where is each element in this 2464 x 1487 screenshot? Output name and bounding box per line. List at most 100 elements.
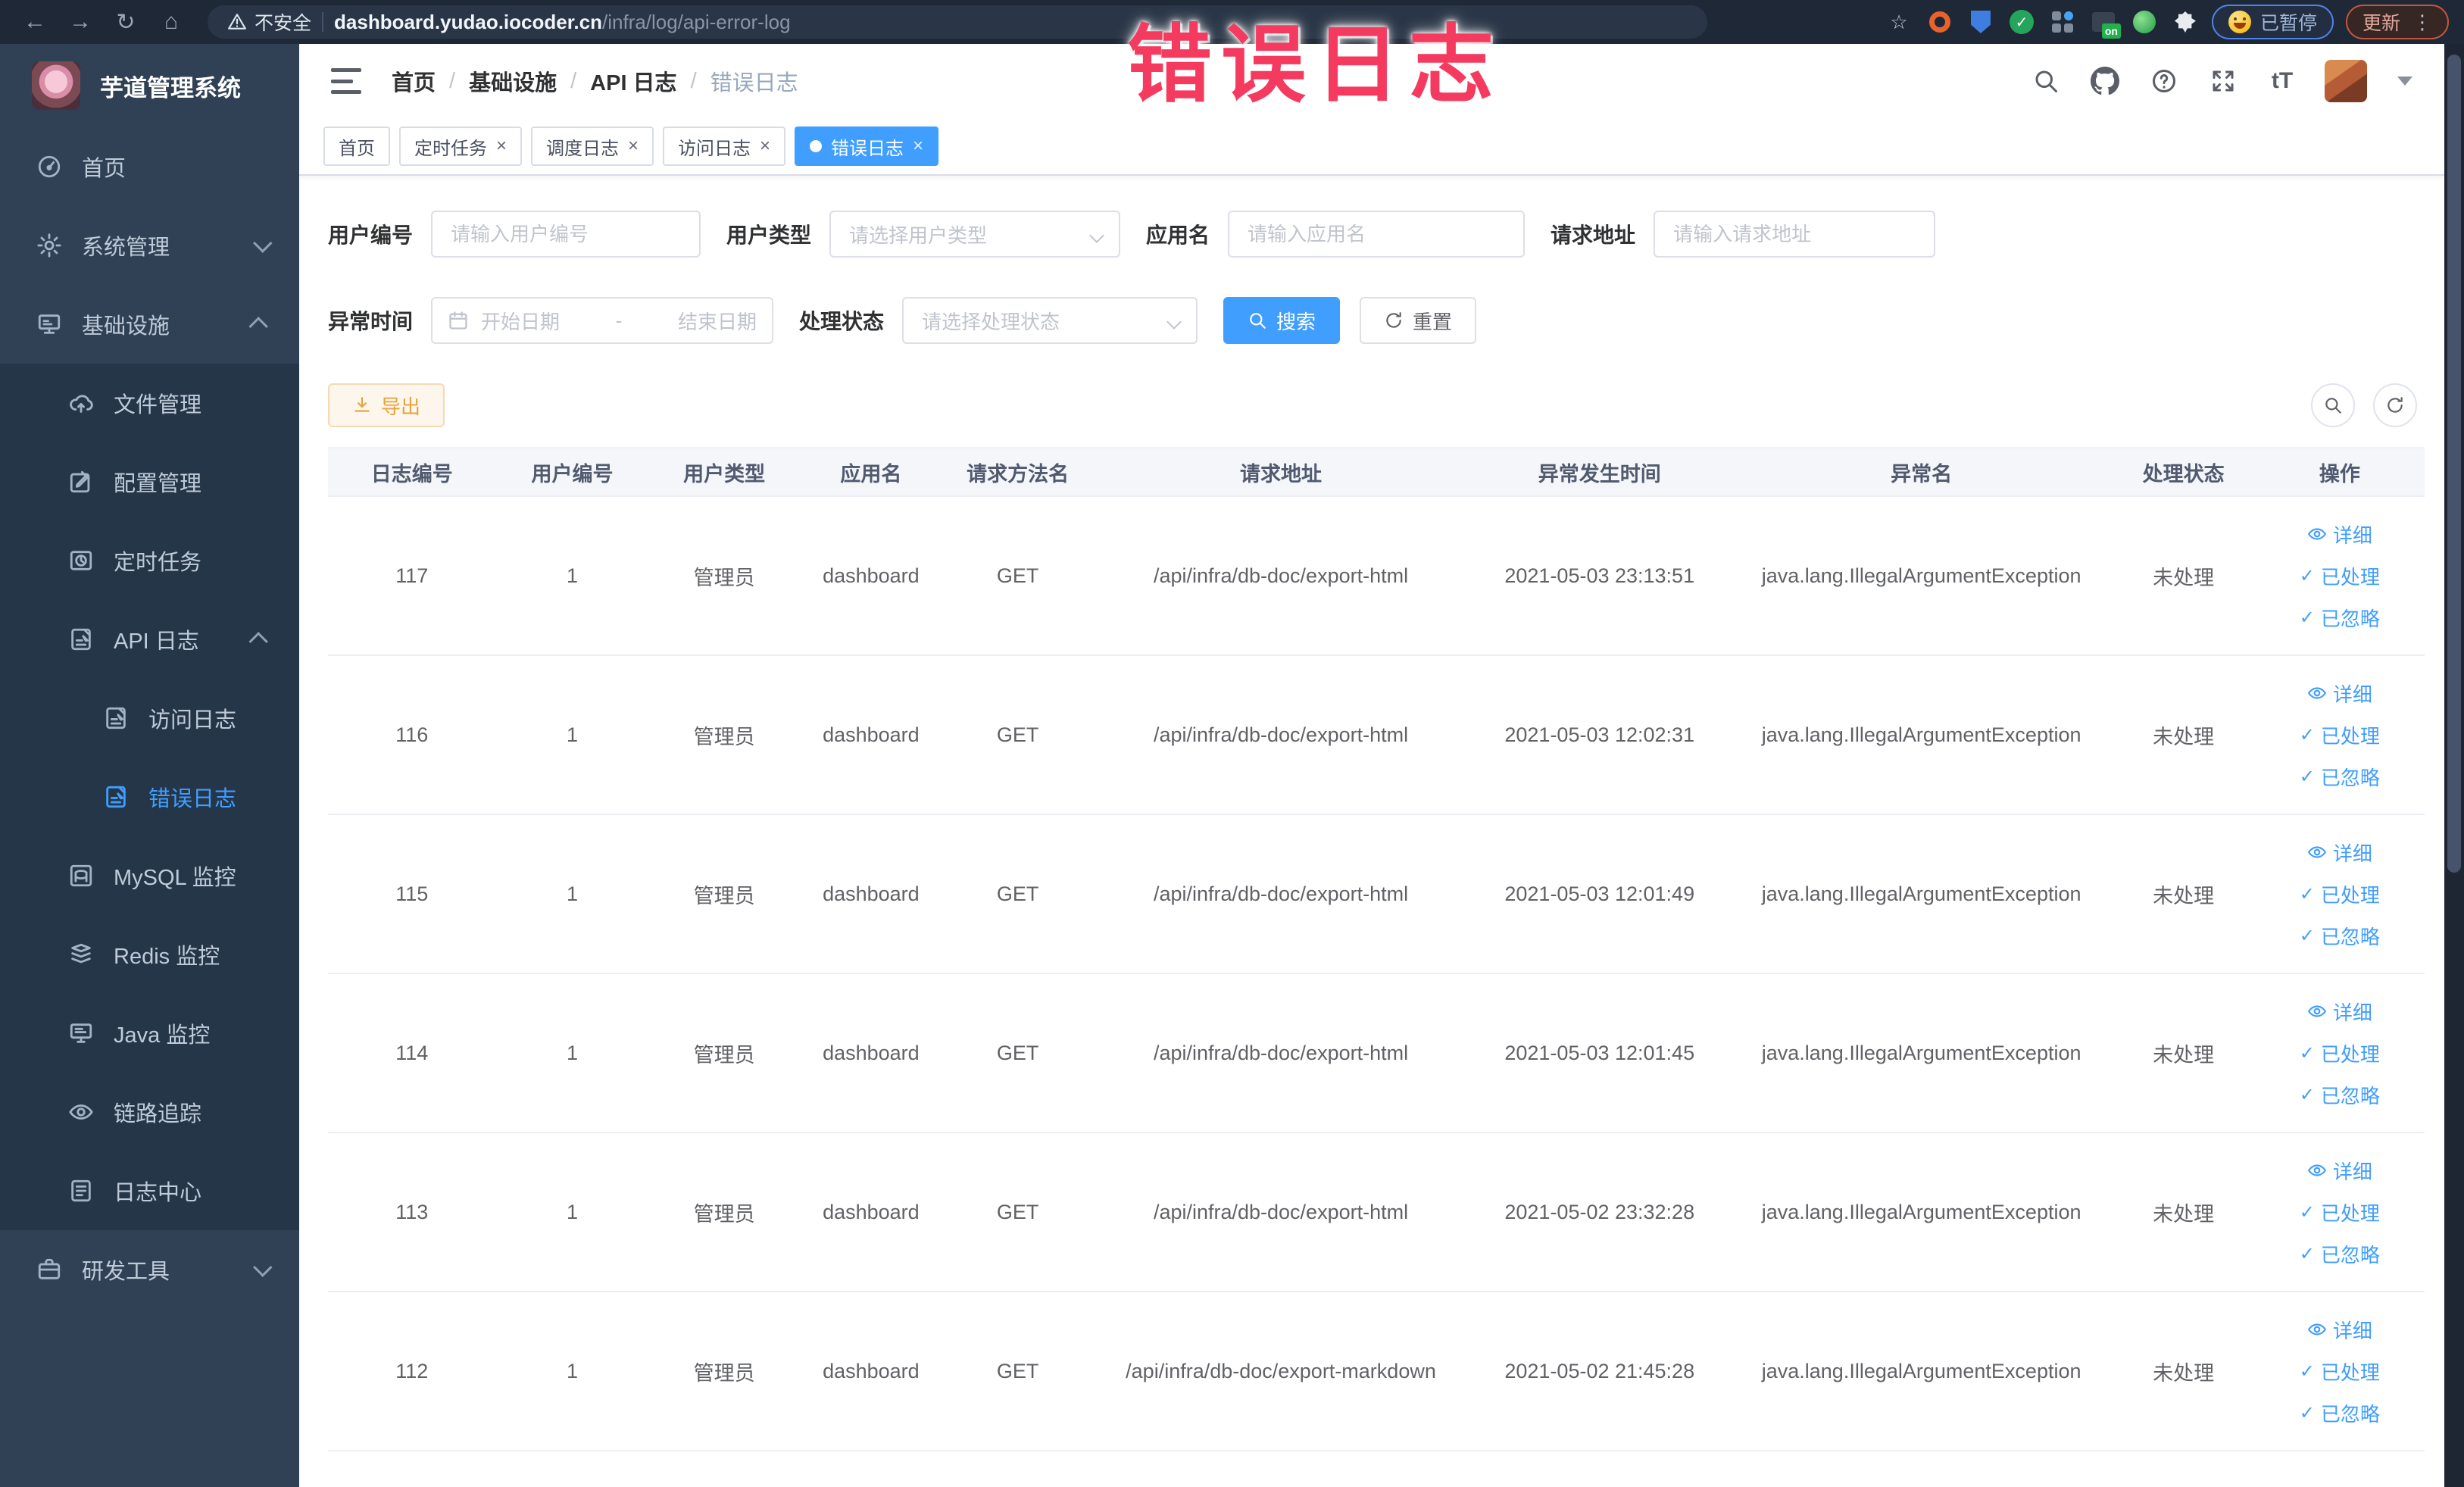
action-processed-link[interactable]: ✓ 已处理 (2300, 1039, 2380, 1067)
action-detail-link[interactable]: 详细 (2307, 839, 2372, 867)
search-icon[interactable] (2029, 64, 2063, 98)
bookmark-star-icon[interactable]: ☆ (1885, 8, 1913, 36)
extension-on-badge-icon[interactable]: on (2089, 8, 2121, 39)
docs-help-icon[interactable] (2147, 64, 2181, 98)
action-ignored-link[interactable]: ✓ 已忽略 (2300, 1399, 2380, 1427)
reload-icon[interactable]: ↻ (106, 5, 145, 39)
user-avatar[interactable] (2325, 60, 2367, 102)
breadcrumb-separator: / (690, 68, 697, 93)
github-icon[interactable] (2088, 64, 2122, 98)
breadcrumb-item[interactable]: 基础设施 (469, 65, 557, 97)
date-range-picker[interactable]: 开始日期 - 结束日期 (431, 297, 774, 344)
scrollbar-thumb[interactable] (2447, 55, 2461, 873)
cloud-upload-icon (67, 389, 95, 417)
action-ignored-link[interactable]: ✓ 已忽略 (2300, 1240, 2380, 1268)
sidebar-item[interactable]: Redis 监控 (0, 915, 299, 994)
breadcrumb-item[interactable]: API 日志 (590, 65, 676, 97)
app-name-input[interactable] (1228, 211, 1526, 258)
sidebar-item-label: 文件管理 (114, 393, 202, 417)
sidebar-item[interactable]: MySQL 监控 (0, 836, 299, 915)
forward-icon[interactable]: → (61, 5, 100, 39)
sidebar-item[interactable]: 链路追踪 (0, 1073, 299, 1151)
collapse-sidebar-icon[interactable] (331, 68, 361, 94)
action-ignored-link[interactable]: ✓ 已忽略 (2300, 763, 2380, 791)
action-ignored-link[interactable]: ✓ 已忽略 (2300, 1081, 2380, 1109)
close-icon[interactable]: × (496, 137, 507, 155)
home-icon[interactable]: ⌂ (151, 5, 191, 39)
close-icon[interactable]: × (760, 137, 770, 155)
profile-paused-pill[interactable]: 已暂停 (2211, 5, 2334, 39)
extension-orange-icon[interactable] (1925, 8, 1954, 36)
row-actions: 详细 ✓ 已处理 ✓ 已忽略 (2261, 520, 2419, 632)
request-url-input[interactable] (1654, 211, 1936, 258)
extension-sprout-icon[interactable] (2130, 8, 2159, 36)
tab-定时任务[interactable]: 定时任务 × (399, 127, 523, 166)
action-detail-link[interactable]: 详细 (2307, 1157, 2372, 1185)
sidebar-item[interactable]: 错误日志 (0, 758, 299, 836)
check-icon: ✓ (2299, 724, 2315, 745)
action-detail-link[interactable]: 详细 (2307, 520, 2372, 548)
action-processed-link[interactable]: ✓ 已处理 (2300, 562, 2380, 590)
page-scrollbar[interactable] (2444, 44, 2464, 1487)
export-button[interactable]: 导出 (328, 383, 445, 427)
extension-green-check-icon[interactable]: ✓ (2007, 8, 2036, 36)
check-icon: ✓ (2299, 607, 2315, 628)
cell-app: dashboard (799, 1132, 942, 1292)
sidebar-item[interactable]: 定时任务 (0, 521, 299, 600)
action-detail-link[interactable]: 详细 (2307, 998, 2372, 1026)
action-detail-link[interactable]: 详细 (2307, 679, 2372, 708)
cell-time: 2021-05-03 23:13:51 (1468, 496, 1731, 656)
column-header: 日志编号 (328, 447, 496, 497)
app-logo-row[interactable]: 芋道管理系统 (0, 44, 299, 127)
not-secure-badge[interactable]: 不安全 (227, 8, 311, 36)
action-ignored-link[interactable]: ✓ 已忽略 (2300, 604, 2380, 632)
user-menu-caret-icon[interactable] (2397, 77, 2412, 86)
close-icon[interactable]: × (628, 137, 639, 155)
reset-button[interactable]: 重置 (1360, 297, 1477, 344)
refresh-table-button[interactable] (2373, 383, 2417, 427)
active-dot-icon (810, 140, 823, 152)
sidebar-item[interactable]: 首页 (0, 127, 299, 206)
tab-调度日志[interactable]: 调度日志 × (531, 127, 654, 166)
user-type-select[interactable]: 请选择用户类型 (829, 211, 1121, 258)
sidebar-item[interactable]: API 日志 (0, 600, 299, 679)
select-placeholder: 请选择处理状态 (922, 310, 1060, 333)
check-icon: ✓ (2299, 925, 2315, 946)
extensions-puzzle-icon[interactable] (2171, 8, 2200, 36)
tab-错误日志[interactable]: 错误日志 × (795, 127, 939, 166)
back-icon[interactable]: ← (15, 5, 55, 39)
tab-首页[interactable]: 首页 (323, 127, 390, 166)
log-doc-icon (101, 783, 130, 811)
breadcrumb-item[interactable]: 首页 (392, 65, 436, 97)
extension-shield-icon[interactable] (1966, 8, 1995, 36)
check-icon: ✓ (2299, 883, 2315, 904)
action-processed-link[interactable]: ✓ 已处理 (2300, 1198, 2380, 1226)
search-button[interactable]: 搜索 (1223, 297, 1341, 344)
sidebar-item[interactable]: 访问日志 (0, 679, 299, 758)
action-detail-link[interactable]: 详细 (2307, 1316, 2372, 1344)
action-processed-link[interactable]: ✓ 已处理 (2300, 1357, 2380, 1385)
sidebar-item[interactable]: 研发工具 (0, 1230, 299, 1309)
tab-访问日志[interactable]: 访问日志 × (663, 127, 786, 166)
cell-actions: 详细 ✓ 已处理 ✓ 已忽略 (2254, 1292, 2425, 1451)
extension-grid-icon[interactable] (2048, 8, 2077, 36)
sidebar-item[interactable]: 配置管理 (0, 442, 299, 521)
process-status-select[interactable]: 请选择处理状态 (902, 297, 1198, 344)
action-processed-link[interactable]: ✓ 已处理 (2300, 721, 2380, 749)
sidebar-item[interactable]: Java 监控 (0, 994, 299, 1073)
action-ignored-link[interactable]: ✓ 已忽略 (2300, 922, 2380, 950)
browser-menu-icon[interactable]: ⋮ (2412, 11, 2432, 34)
sidebar-item[interactable]: 日志中心 (0, 1151, 299, 1230)
sidebar-item[interactable]: 基础设施 (0, 285, 299, 364)
close-icon[interactable]: × (913, 137, 923, 155)
user-id-input[interactable] (431, 211, 701, 258)
fullscreen-icon[interactable] (2206, 64, 2240, 98)
action-processed-link[interactable]: ✓ 已处理 (2300, 880, 2380, 908)
sidebar-item[interactable]: 文件管理 (0, 364, 299, 442)
home-icon (35, 152, 64, 181)
chrome-update-button[interactable]: 更新 ⋮ (2345, 5, 2449, 39)
sidebar-item[interactable]: 系统管理 (0, 206, 299, 285)
font-size-icon[interactable]: tT (2266, 64, 2299, 98)
toggle-search-button[interactable] (2311, 383, 2355, 427)
profile-avatar-icon (2228, 11, 2251, 33)
